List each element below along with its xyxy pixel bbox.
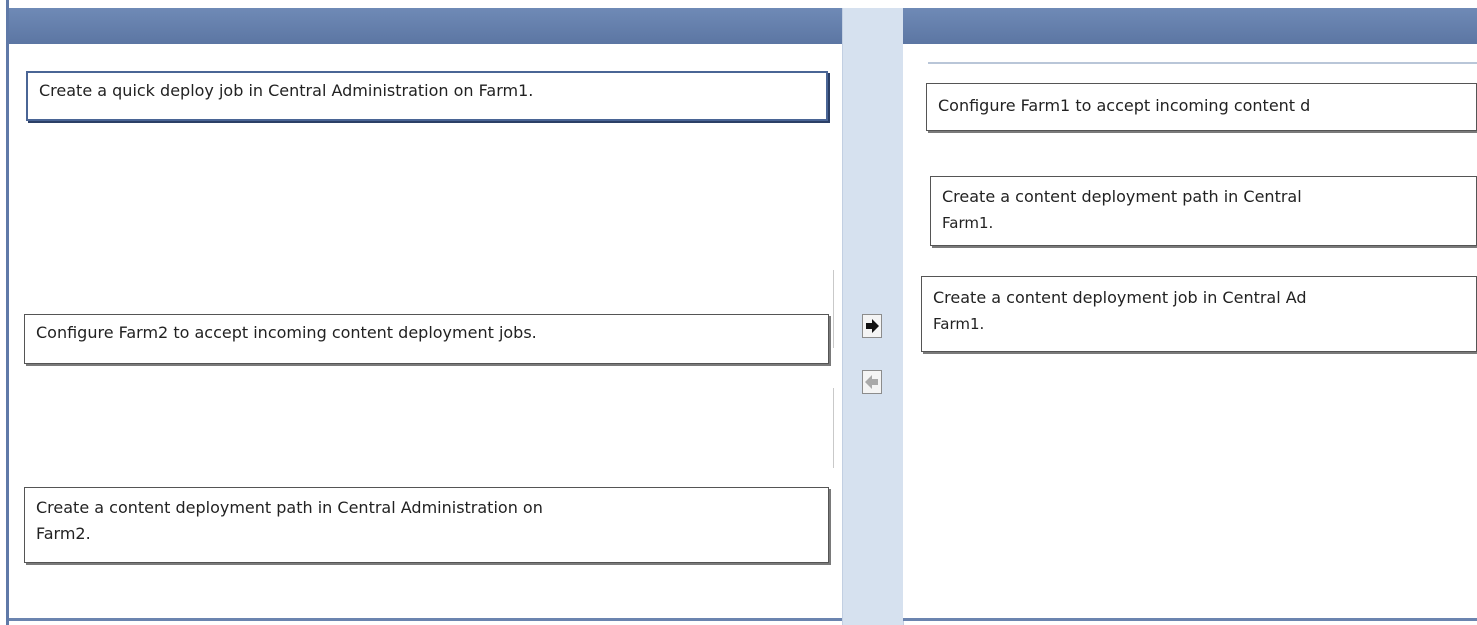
source-item-quick-deploy-job[interactable]: Create a quick deploy job in Central Adm… <box>26 71 828 121</box>
answer-panel-bottom-border <box>903 618 1477 621</box>
answer-item-deployment-path-farm1[interactable]: Create a content deployment path in Cent… <box>930 176 1477 246</box>
answer-item-label-line2: Farm1. <box>942 214 994 232</box>
answer-item-label-line2: Farm1. <box>933 315 985 333</box>
answer-panel-separator <box>928 62 1477 64</box>
vertical-divider-lower <box>833 388 834 468</box>
vertical-divider-upper <box>833 270 834 348</box>
answer-item-configure-farm1[interactable]: Configure Farm1 to accept incoming conte… <box>926 83 1477 131</box>
source-panel-bottom-border <box>9 618 842 621</box>
source-item-deployment-path-farm2[interactable]: Create a content deployment path in Cent… <box>24 487 829 563</box>
answer-item-label: Create a content deployment job in Centr… <box>933 288 1307 307</box>
answer-panel-header <box>903 8 1477 44</box>
source-item-label-line2: Farm2. <box>36 524 91 543</box>
move-right-button[interactable] <box>862 314 882 338</box>
source-item-label: Create a content deployment path in Cent… <box>36 498 543 517</box>
source-item-label: Configure Farm2 to accept incoming conte… <box>36 323 537 342</box>
arrow-right-icon <box>866 319 879 333</box>
source-item-label: Create a quick deploy job in Central Adm… <box>39 81 534 100</box>
arrow-left-icon <box>865 375 878 389</box>
answer-item-label: Configure Farm1 to accept incoming conte… <box>938 96 1311 115</box>
source-item-configure-farm2[interactable]: Configure Farm2 to accept incoming conte… <box>24 314 829 364</box>
move-left-button[interactable] <box>862 370 882 394</box>
answer-item-label: Create a content deployment path in Cent… <box>942 187 1302 206</box>
answer-item-deployment-job-farm1[interactable]: Create a content deployment job in Centr… <box>921 276 1477 352</box>
source-panel-header <box>9 8 842 44</box>
